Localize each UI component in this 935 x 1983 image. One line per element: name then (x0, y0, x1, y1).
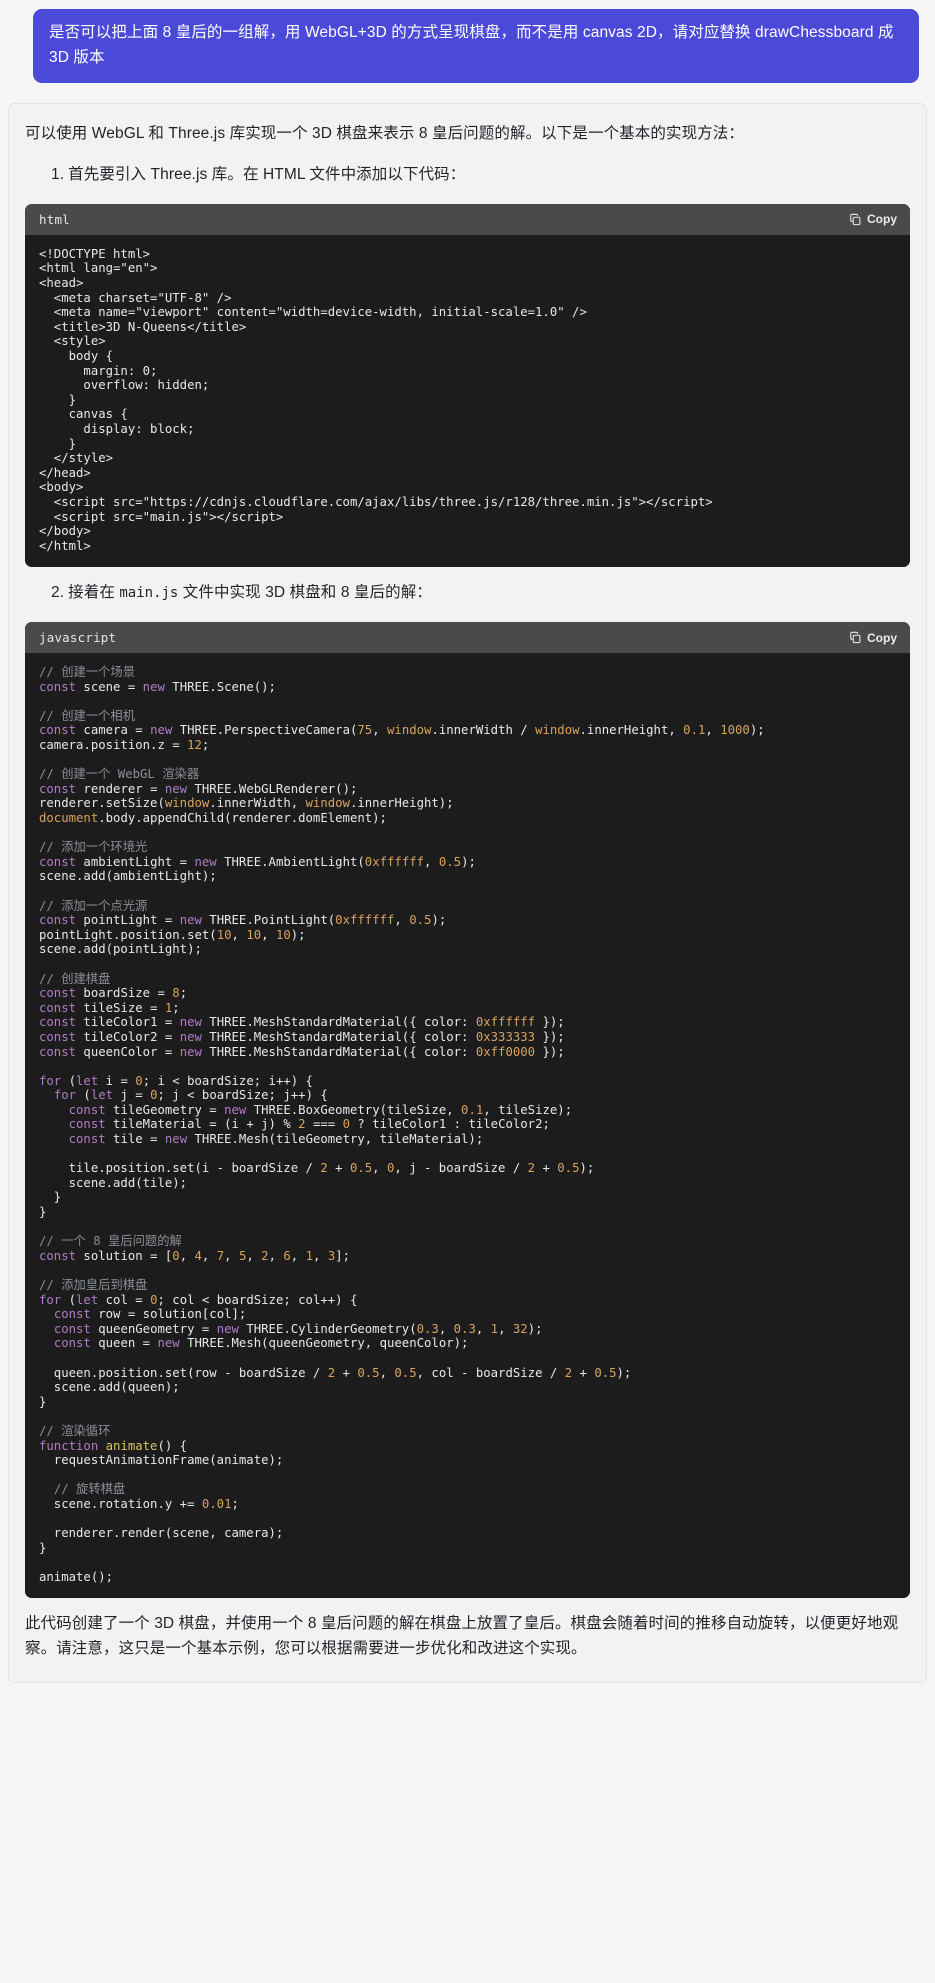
code-content-html[interactable]: <!DOCTYPE html> <html lang="en"> <head> … (39, 247, 896, 553)
step-1-number: 1. (51, 166, 65, 184)
code-block-html-body: <!DOCTYPE html> <html lang="en"> <head> … (25, 234, 910, 568)
copy-button-label: Copy (867, 630, 897, 645)
copy-icon (849, 631, 862, 644)
code-block-html: html Copy <!DOCTYPE html> <html lang="en… (25, 203, 910, 568)
copy-button-html[interactable]: Copy (849, 212, 897, 226)
chat-page: 是否可以把上面 8 皇后的一组解，用 WebGL+3D 的方式呈现棋盘，而不是用… (0, 0, 935, 1684)
assistant-intro-paragraph: 可以使用 WebGL 和 Three.js 库实现一个 3D 棋盘来表示 8 皇… (25, 125, 744, 143)
code-block-javascript-header: javascript Copy (25, 622, 910, 654)
step-2-suffix: 文件中实现 3D 棋盘和 8 皇后的解： (178, 584, 432, 602)
step-item-2: 2. 接着在 main.js 文件中实现 3D 棋盘和 8 皇后的解： (51, 581, 910, 606)
user-message-bubble: 是否可以把上面 8 皇后的一组解，用 WebGL+3D 的方式呈现棋盘，而不是用… (33, 9, 919, 84)
step-2-inline-code: main.js (119, 585, 179, 602)
code-content-javascript[interactable]: // 创建一个场景 const scene = new THREE.Scene(… (39, 665, 896, 1584)
steps-list: 1. 首先要引入 Three.js 库。在 HTML 文件中添加以下代码： htm… (25, 163, 910, 1599)
assistant-outro-paragraph: 此代码创建了一个 3D 棋盘，并使用一个 8 皇后问题的解在棋盘上放置了皇后。棋… (25, 1615, 899, 1658)
step-item-1: 1. 首先要引入 Three.js 库。在 HTML 文件中添加以下代码： (51, 163, 910, 188)
step-1-text: 首先要引入 Three.js 库。在 HTML 文件中添加以下代码： (68, 166, 466, 184)
code-block-javascript-body: // 创建一个场景 const scene = new THREE.Scene(… (25, 653, 910, 1599)
copy-button-label: Copy (867, 212, 897, 227)
step-2-prefix: 接着在 (68, 584, 120, 602)
assistant-message: 可以使用 WebGL 和 Three.js 库实现一个 3D 棋盘来表示 8 皇… (8, 103, 927, 1684)
step-2-number: 2. (51, 584, 65, 602)
code-language-label: javascript (39, 630, 117, 646)
code-language-label: html (39, 211, 70, 227)
copy-icon (849, 213, 862, 226)
code-block-javascript: javascript Copy // 创建一个场景 const scene = … (25, 622, 910, 1599)
code-block-html-header: html Copy (25, 203, 910, 235)
copy-button-javascript[interactable]: Copy (849, 631, 897, 645)
user-message-row: 是否可以把上面 8 皇后的一组解，用 WebGL+3D 的方式呈现棋盘，而不是用… (0, 0, 935, 84)
